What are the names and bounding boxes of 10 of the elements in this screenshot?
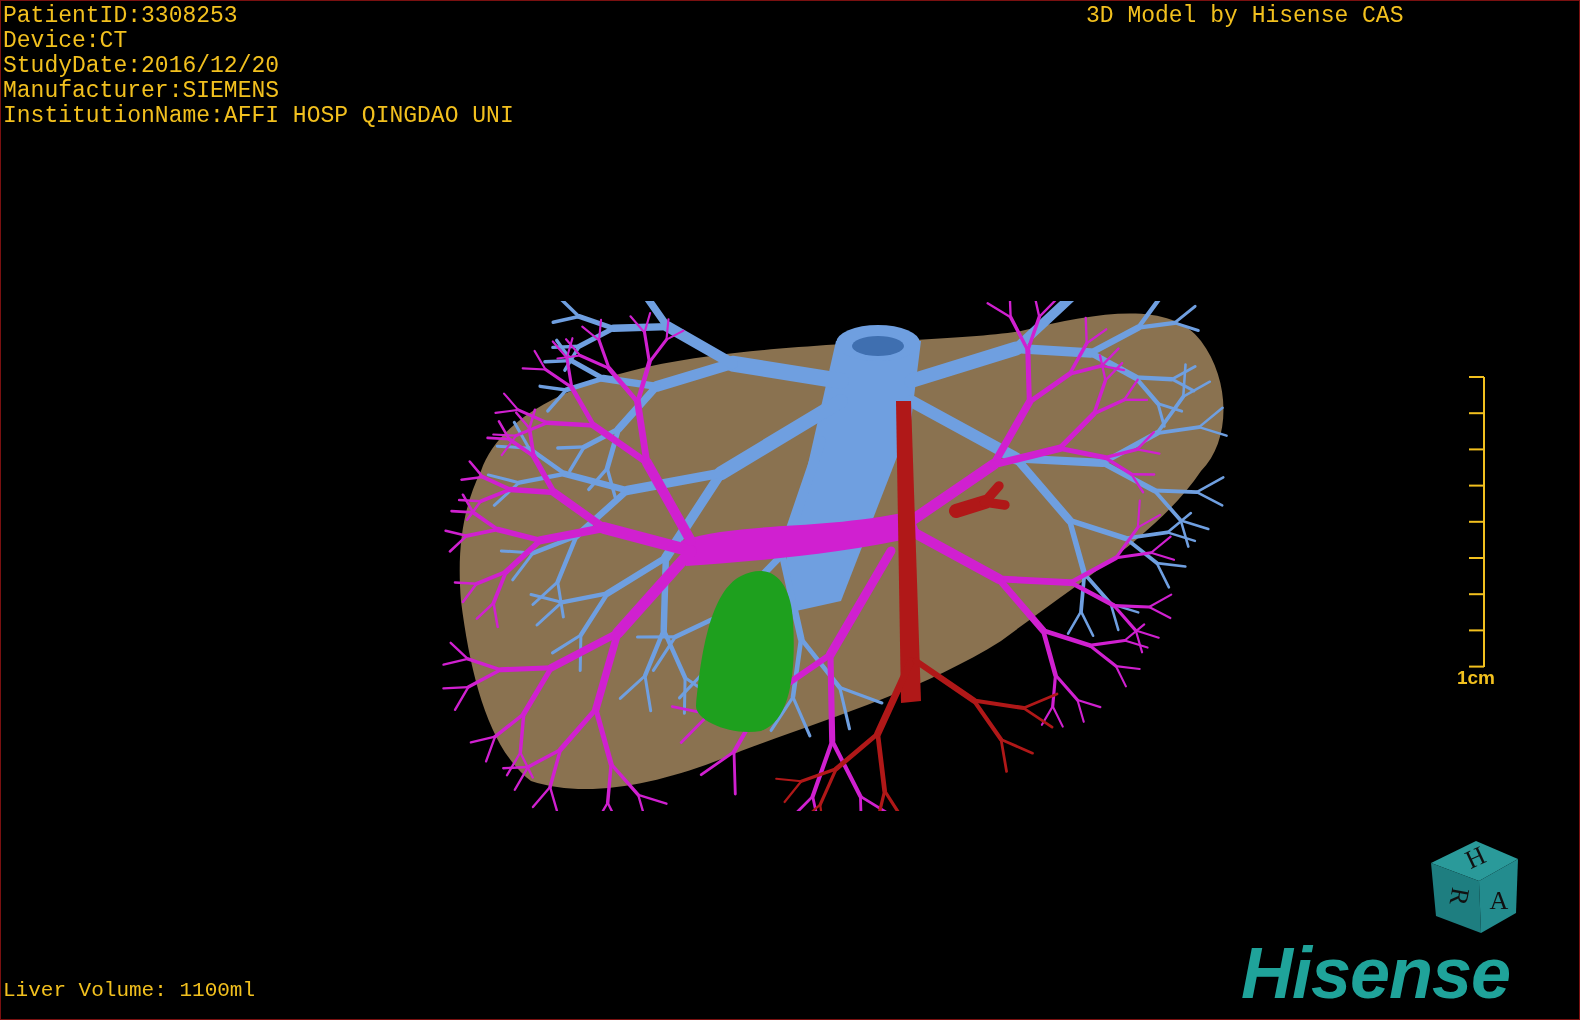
scale-label: 1cm xyxy=(1457,668,1495,688)
model-title: 3D Model by Hisense CAS xyxy=(1086,4,1404,29)
info-text: PatientID:3308253 xyxy=(3,4,239,29)
volume-text: Liver Volume: 1100ml xyxy=(3,978,256,1003)
info-text: Device:CT xyxy=(3,29,129,54)
info-text: InstitutionName:AFFI HOSP QINGDAO UNI xyxy=(3,104,514,129)
info-text: StudyDate:2016/12/20 xyxy=(3,54,281,79)
orientation-cube: H R A xyxy=(1421,841,1521,936)
info-text: Manufacturer:SIEMENS xyxy=(3,79,281,104)
brand-logo: Hisense xyxy=(1241,939,1511,1007)
